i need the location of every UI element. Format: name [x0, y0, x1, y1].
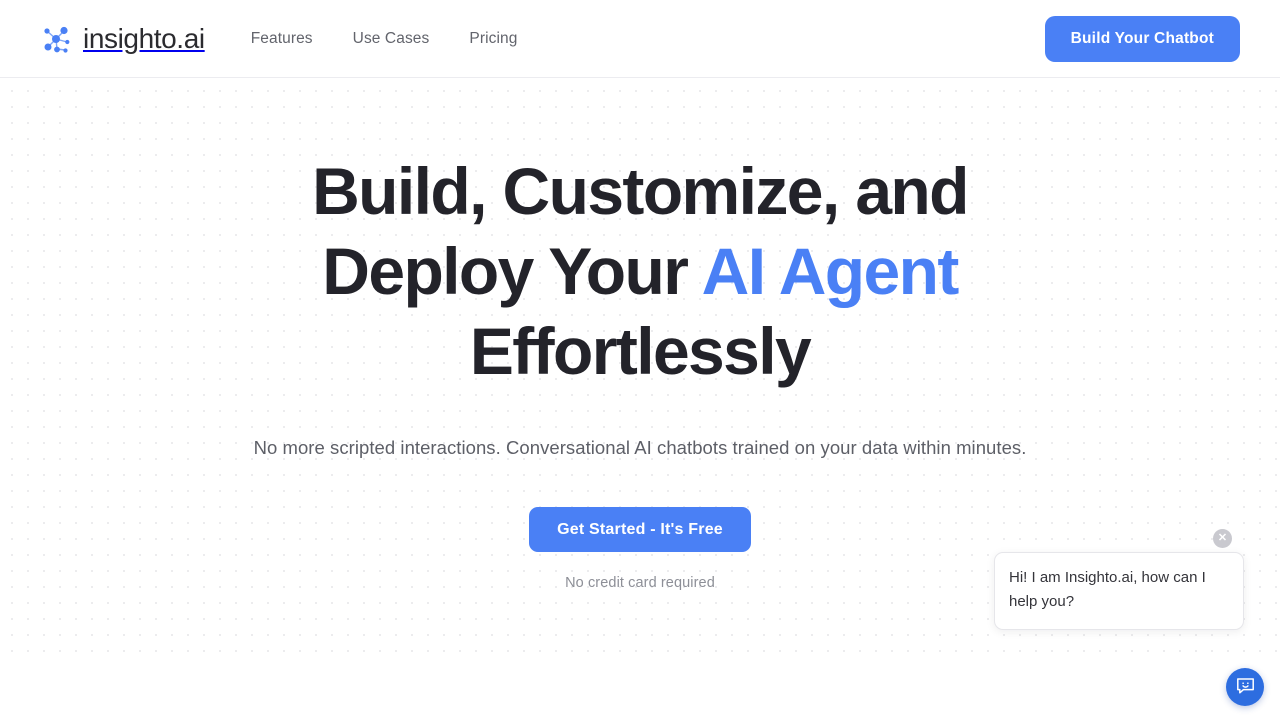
chat-smiley-bubble-icon [1235, 675, 1256, 699]
hero-content: Build, Customize, and Deploy Your AI Age… [0, 79, 1280, 591]
nav-item-features[interactable]: Features [251, 30, 313, 48]
headline-accent-ai-agent: AI Agent [701, 234, 960, 308]
chat-greeting-text: Hi! I am Insighto.ai, how can I help you… [1009, 569, 1206, 610]
site-header: insighto.ai Features Use Cases Pricing B… [0, 0, 1280, 78]
chat-launcher-button[interactable] [1226, 668, 1264, 706]
page-title: Build, Customize, and Deploy Your AI Age… [260, 151, 1020, 391]
brand-logo-link[interactable]: insighto.ai [40, 22, 205, 56]
headline-text-part-2: Effortlessly [469, 314, 812, 388]
chat-greeting-bubble: ✕ Hi! I am Insighto.ai, how can I help y… [994, 529, 1244, 630]
page-root: insighto.ai Features Use Cases Pricing B… [0, 0, 1280, 720]
close-icon[interactable]: ✕ [1213, 529, 1232, 548]
build-your-chatbot-button[interactable]: Build Your Chatbot [1044, 15, 1240, 62]
brand-wordmark: insighto.ai [83, 22, 205, 54]
get-started-button[interactable]: Get Started - It's Free [529, 507, 751, 552]
main-navigation: Features Use Cases Pricing [251, 30, 518, 48]
nav-item-use-cases[interactable]: Use Cases [353, 30, 430, 48]
network-nodes-logo-icon [40, 22, 74, 56]
nav-item-pricing[interactable]: Pricing [469, 30, 517, 48]
hero-subheadline: No more scripted interactions. Conversat… [253, 437, 1027, 458]
